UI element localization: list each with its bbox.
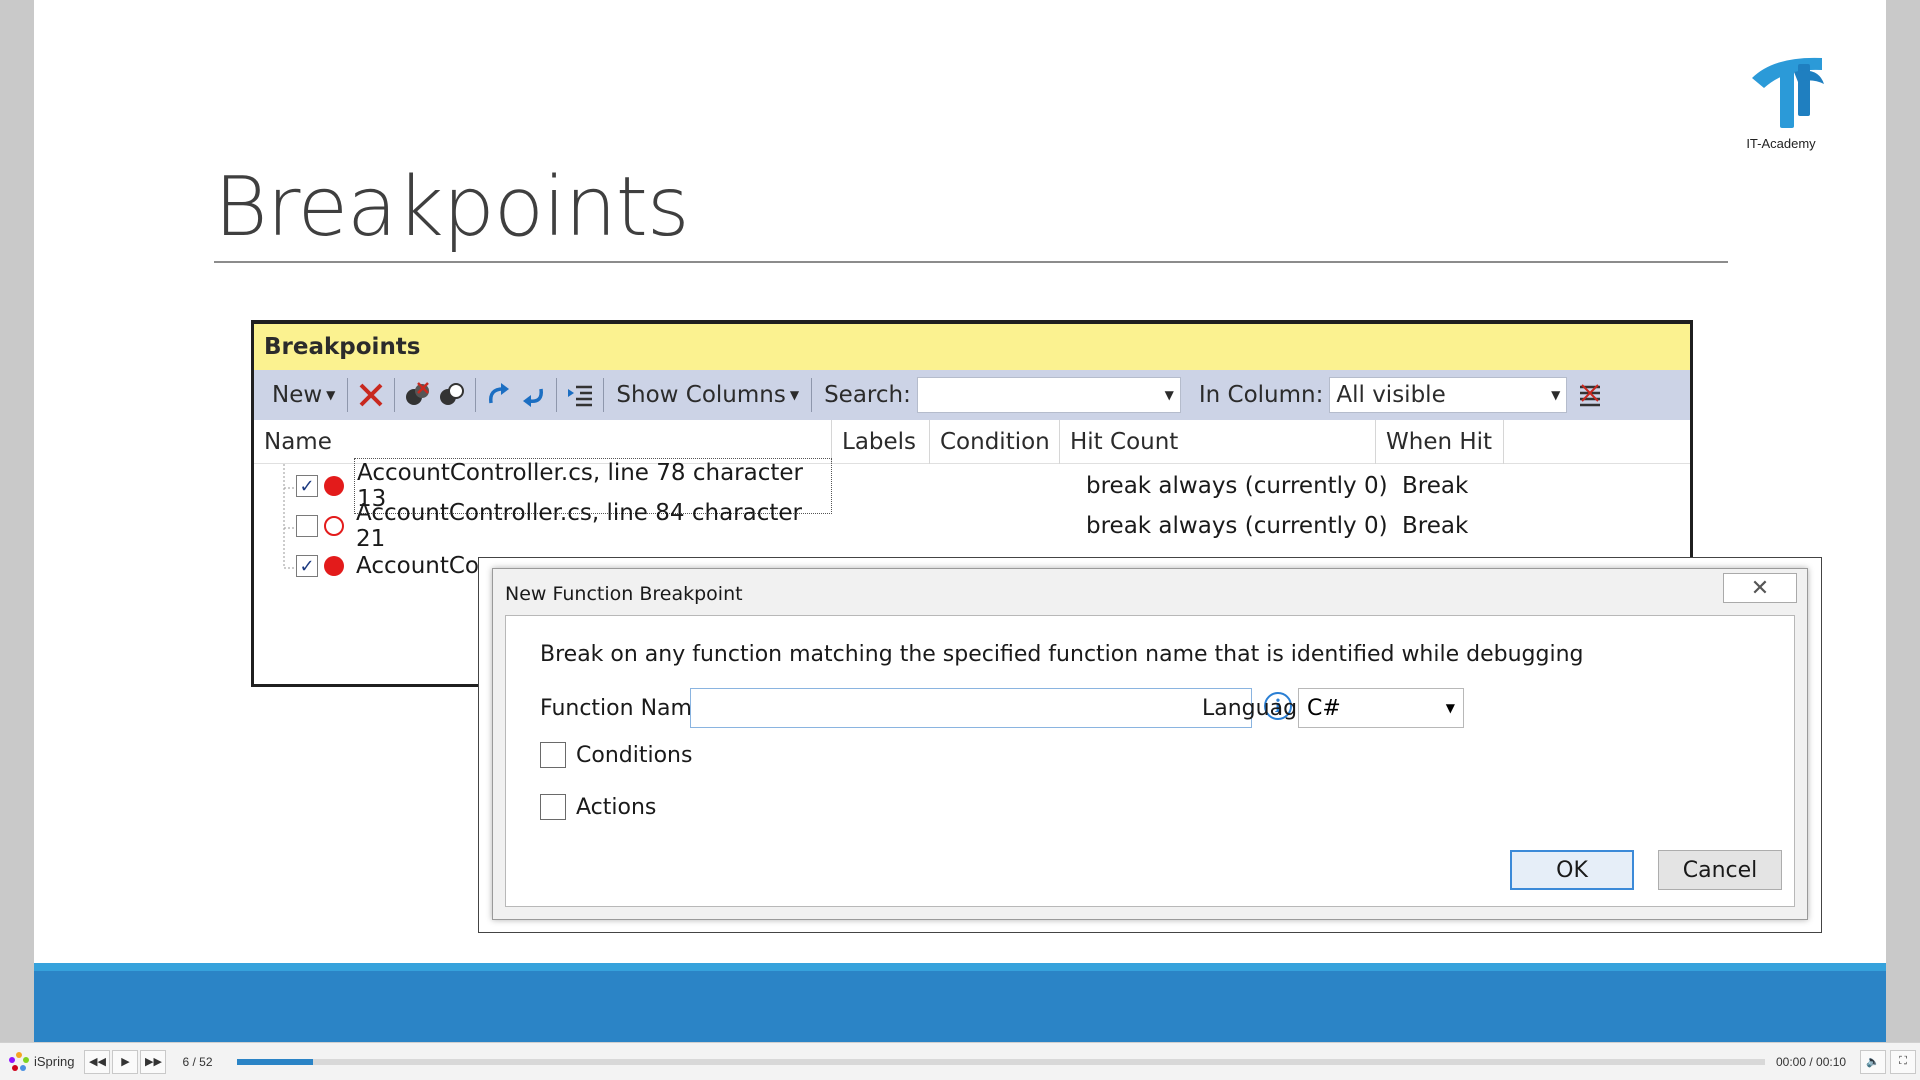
actions-checkbox[interactable] (540, 794, 566, 820)
breakpoint-name: AccountCo (356, 553, 479, 579)
chevron-down-icon: ▼ (1551, 388, 1561, 402)
toolbar-separator (394, 378, 396, 412)
hit-count-cell: break always (currently 0) (1086, 473, 1388, 499)
player-brand: iSpring (34, 1054, 75, 1069)
new-button[interactable]: New ▼ (266, 375, 341, 415)
fullscreen-icon: ⛶ (1899, 1055, 1907, 1067)
dialog-title: New Function Breakpoint (505, 583, 743, 605)
breakpoints-toolbar: New ▼ Show Columns ▼ Search: ▼ In Column… (254, 370, 1690, 420)
breakpoint-checkbox[interactable]: ✓ (296, 475, 318, 497)
breakpoint-checkbox[interactable] (296, 515, 318, 537)
next-button[interactable]: ▶▶ (140, 1049, 167, 1074)
table-row[interactable]: ✓ AccountCo (296, 546, 481, 586)
breakpoint-enabled-icon (324, 476, 344, 496)
redo-arrow-icon (489, 383, 510, 404)
import-button[interactable] (516, 378, 550, 412)
delete-button[interactable] (354, 378, 388, 412)
previous-button[interactable]: ◀◀ (84, 1049, 111, 1074)
undo-arrow-icon (523, 388, 544, 407)
chevron-down-icon[interactable]: ▼ (1165, 388, 1174, 402)
chevron-down-icon: ▼ (1445, 701, 1455, 715)
search-input[interactable]: ▼ (916, 377, 1181, 413)
slide: Breakpoints IT-Academy Breakpoints New ▼ (34, 0, 1886, 1042)
delete-all-breakpoints-icon (406, 382, 430, 405)
column-header-condition[interactable]: Condition (930, 420, 1060, 464)
function-name-label: Function Name: (540, 696, 713, 721)
breakpoint-disabled-icon (324, 516, 344, 536)
table-row[interactable]: AccountController.cs, line 84 character … (296, 500, 1468, 552)
dialog-body: Break on any function matching the speci… (505, 615, 1795, 907)
column-header-hit-count[interactable]: Hit Count (1060, 420, 1376, 464)
toolbar-separator (556, 378, 558, 412)
footer-bar (34, 971, 1886, 1042)
breakpoint-name: AccountController.cs, line 84 character … (356, 500, 802, 552)
search-label: Search: (824, 382, 911, 408)
logo-text: IT-Academy (1746, 136, 1816, 151)
toolbar-separator (811, 378, 813, 412)
dialog-frame: New Function Breakpoint ✕ Break on any f… (492, 568, 1808, 920)
new-label: New (272, 382, 323, 408)
player-bar: iSpring ◀◀ ▶ ▶▶ 6 / 52 00:00 / 00:10 🔈 ⛶ (0, 1042, 1920, 1080)
fast-forward-icon: ▶▶ (145, 1056, 162, 1068)
ispring-logo-icon (9, 1051, 29, 1071)
conditions-label: Conditions (576, 742, 693, 768)
toggle-all-button[interactable] (435, 378, 469, 412)
breakpoints-header: Breakpoints (254, 324, 1690, 370)
play-icon: ▶ (121, 1056, 130, 1068)
breakpoint-enabled-icon (324, 556, 344, 576)
time-display: 00:00 / 00:10 (1776, 1054, 1847, 1069)
volume-button[interactable]: 🔈 (1860, 1049, 1886, 1074)
play-button[interactable]: ▶ (112, 1049, 139, 1074)
in-column-select[interactable]: All visible ▼ (1329, 377, 1568, 413)
in-column-value: All visible (1336, 382, 1446, 408)
title-divider (214, 261, 1728, 263)
show-columns-label: Show Columns (616, 382, 786, 408)
language-select[interactable]: C# ▼ (1298, 688, 1464, 728)
list-indent-icon (568, 385, 593, 407)
column-header-labels[interactable]: Labels (832, 420, 930, 464)
filter-clear-icon (1580, 384, 1601, 407)
toggle-breakpoints-icon (440, 383, 465, 405)
fullscreen-button[interactable]: ⛶ (1890, 1049, 1916, 1074)
toolbar-separator (347, 378, 349, 412)
slide-counter: 6 / 52 (182, 1054, 213, 1069)
conditions-option[interactable]: Conditions (540, 742, 692, 768)
delete-x-icon (359, 383, 383, 407)
language-value: C# (1307, 695, 1341, 721)
clear-search-button[interactable] (1573, 378, 1607, 412)
export-button[interactable] (482, 378, 516, 412)
chevron-down-icon: ▼ (326, 388, 336, 402)
toolbar-separator (475, 378, 477, 412)
ok-button[interactable]: OK (1510, 850, 1634, 890)
dialog-description: Break on any function matching the speci… (540, 642, 1584, 667)
slide-title: Breakpoints (214, 160, 690, 255)
when-hit-cell: Break (1402, 473, 1469, 499)
show-columns-button[interactable]: Show Columns ▼ (610, 375, 805, 415)
footer-accent-line (34, 963, 1886, 971)
breakpoint-checkbox[interactable]: ✓ (296, 555, 318, 577)
in-column-label: In Column: (1198, 382, 1324, 408)
progress-fill (237, 1059, 314, 1065)
delete-all-button[interactable] (401, 378, 435, 412)
cancel-button[interactable]: Cancel (1658, 850, 1782, 890)
screen: Breakpoints IT-Academy Breakpoints New ▼ (0, 0, 1920, 1080)
actions-label: Actions (576, 794, 657, 820)
close-button[interactable]: ✕ (1723, 573, 1797, 603)
when-hit-cell: Break (1402, 513, 1469, 539)
go-to-source-button[interactable] (563, 378, 597, 412)
toolbar-separator (603, 378, 605, 412)
hit-count-cell: break always (currently 0) (1086, 513, 1388, 539)
rewind-icon: ◀◀ (89, 1056, 106, 1068)
speaker-icon: 🔈 (1866, 1056, 1880, 1068)
column-header-when-hit[interactable]: When Hit (1376, 420, 1504, 464)
new-function-breakpoint-dialog: New Function Breakpoint ✕ Break on any f… (478, 557, 1822, 933)
close-icon: ✕ (1750, 575, 1770, 601)
chevron-down-icon: ▼ (789, 388, 800, 402)
conditions-checkbox[interactable] (540, 742, 566, 768)
function-name-input[interactable] (690, 688, 1252, 728)
actions-option[interactable]: Actions (540, 794, 656, 820)
progress-track[interactable] (237, 1059, 1765, 1065)
